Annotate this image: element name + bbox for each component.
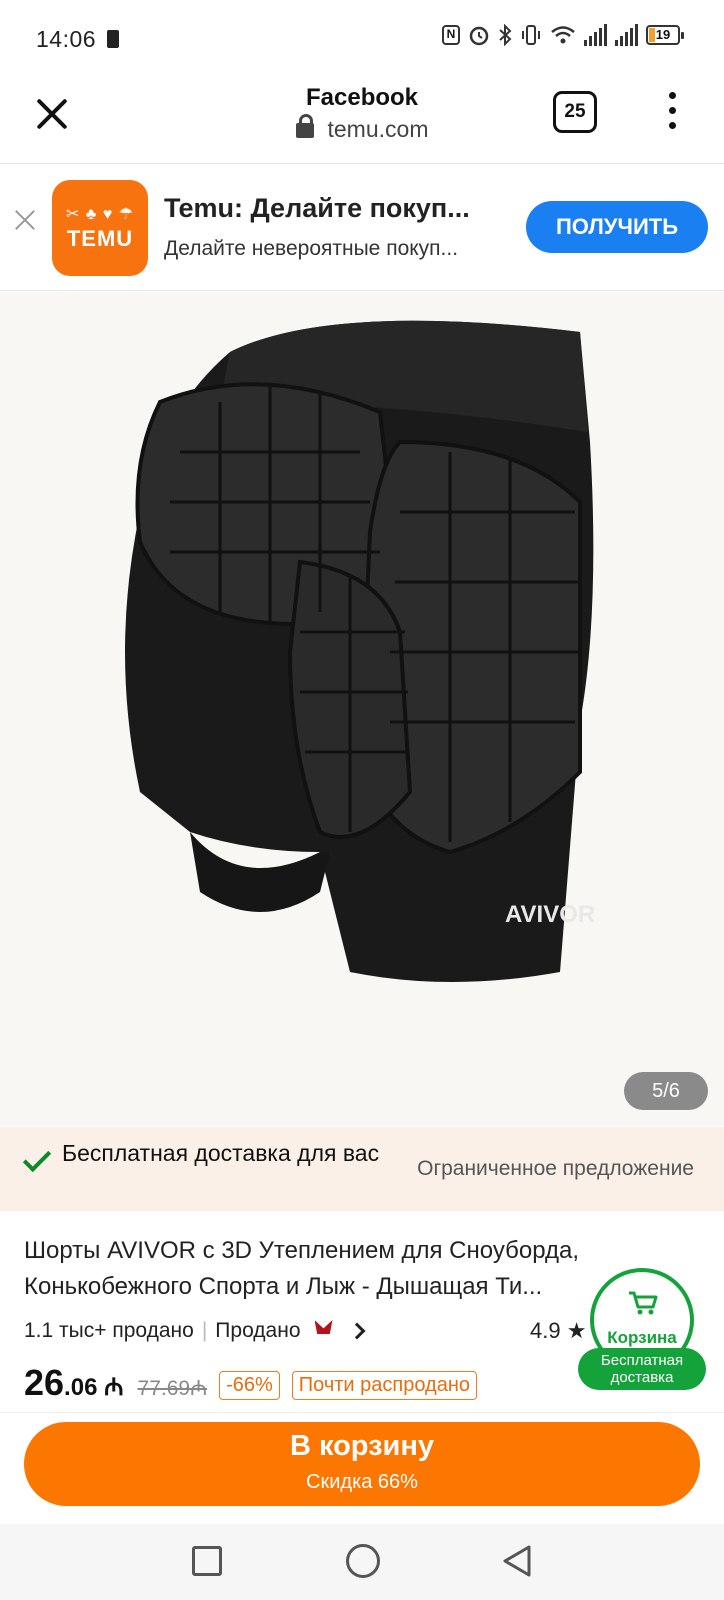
signal-icon xyxy=(584,24,607,46)
wifi-icon xyxy=(551,26,575,44)
rating-value: 4.9 xyxy=(530,1318,561,1343)
limited-offer-label: Ограниченное предложение xyxy=(417,1157,694,1180)
status-icons: N 19 xyxy=(442,24,684,46)
separator: | xyxy=(201,1319,208,1342)
system-nav-bar xyxy=(0,1524,724,1600)
nfc-icon: N xyxy=(442,25,460,45)
recents-icon[interactable] xyxy=(192,1546,222,1576)
signal-icon-2 xyxy=(615,24,638,46)
rating[interactable]: 4.9 ★ xyxy=(530,1318,586,1344)
back-icon[interactable] xyxy=(502,1544,532,1578)
lock-icon xyxy=(295,114,314,138)
bluetooth-icon xyxy=(499,24,512,46)
vibrate-icon xyxy=(522,25,540,45)
product-image[interactable]: AVIVOR xyxy=(0,292,724,1126)
add-to-cart-label: В корзину xyxy=(289,1430,435,1462)
browser-toolbar: Facebook temu.com 25 xyxy=(0,80,724,164)
temu-logo-text: TEMU xyxy=(66,226,134,251)
cart-label: Корзина xyxy=(607,1328,677,1347)
discount-tag: -66% xyxy=(219,1371,280,1400)
tabs-button[interactable]: 25 xyxy=(553,91,597,133)
seller-logo-icon[interactable] xyxy=(311,1318,337,1344)
padded-shorts-illustration: AVIVOR xyxy=(125,320,595,982)
url-text: temu.com xyxy=(327,116,429,142)
old-price: 77.69₼ xyxy=(137,1377,208,1400)
temu-app-logo: ✂ ♣ ♥ ☂ TEMU xyxy=(52,180,148,276)
almost-sold-out-tag: Почти распродано xyxy=(291,1371,478,1400)
price-decimal: .06 ₼ xyxy=(64,1374,124,1401)
price-row: 26 .06 ₼ 77.69₼ -66% Почти распродано xyxy=(24,1362,478,1404)
cart-icon xyxy=(629,1291,658,1315)
check-icon xyxy=(22,1143,52,1173)
add-to-cart-discount: Скидка 66% xyxy=(306,1471,418,1493)
free-shipping-badge: Бесплатная доставка xyxy=(578,1348,706,1390)
status-bar: 14:06 N 19 xyxy=(0,0,724,80)
sold-count: 1.1 тыс+ продано xyxy=(24,1319,194,1342)
free-shipping-strip: Бесплатная доставка для вас Ограниченное… xyxy=(0,1127,724,1211)
status-time: 14:06 xyxy=(36,26,97,52)
price-integer: 26 xyxy=(24,1362,65,1403)
battery-icon: 19 xyxy=(646,25,684,45)
free-shipping-label: Бесплатная доставка для вас xyxy=(62,1140,380,1166)
get-app-button[interactable]: ПОЛУЧИТЬ xyxy=(526,201,708,253)
alarm-icon xyxy=(469,26,489,46)
url-display[interactable]: temu.com xyxy=(0,114,724,143)
sold-row: 1.1 тыс+ продано | Продано xyxy=(24,1318,365,1344)
image-counter: 5/6 xyxy=(624,1072,708,1110)
lock-status-icon xyxy=(107,30,119,48)
sold-by-label[interactable]: Продано xyxy=(215,1319,300,1343)
promo-subtitle: Делайте невероятные покуп... xyxy=(164,237,459,260)
promo-title: Temu: Делайте покуп... xyxy=(164,193,470,223)
brand-print: AVIVOR xyxy=(505,901,595,928)
temu-logo-glyphs: ✂ ♣ ♥ ☂ xyxy=(65,206,135,223)
chevron-right-icon[interactable] xyxy=(348,1322,365,1340)
star-icon: ★ xyxy=(566,1318,587,1343)
app-promo-banner: ✂ ♣ ♥ ☂ TEMU Temu: Делайте покуп... Дела… xyxy=(0,165,724,291)
home-icon[interactable] xyxy=(346,1544,380,1578)
add-to-cart-button[interactable]: В корзину Скидка 66% xyxy=(24,1422,700,1506)
browser-title: Facebook xyxy=(305,84,419,111)
more-menu-icon[interactable] xyxy=(662,92,682,136)
promo-close-icon[interactable] xyxy=(14,209,36,231)
